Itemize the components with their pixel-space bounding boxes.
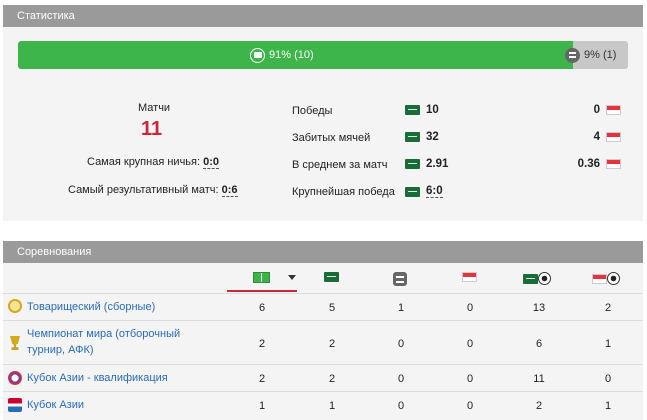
asian-cup-icon — [8, 398, 22, 412]
table-row: Кубок Азии - квалификация 2 2 0 0 11 0 — [3, 364, 643, 391]
statistics-header: Статистика — [3, 5, 643, 27]
most-productive-match: Самый результативный матч: 0:6 — [68, 184, 238, 197]
indonesia-flag-icon — [606, 132, 621, 142]
cell-home-wins: 1 — [328, 400, 336, 412]
table-row: Товарищеский (сборные) 6 5 1 0 13 2 — [3, 293, 643, 320]
column-away-goals[interactable] — [592, 272, 620, 285]
biggest-win-row-label: Крупнейшая победа — [292, 186, 395, 198]
draw-circle-icon — [565, 47, 580, 63]
cell-away-wins: 0 — [466, 302, 474, 314]
pitch-icon — [253, 272, 270, 283]
cell-home-goals: 6 — [535, 338, 543, 350]
average-row-label: В среднем за матч — [292, 159, 388, 171]
indonesia-flag-icon — [606, 105, 621, 115]
statistics-panel: Статистика 91% (10) 9% (1) Матчи 11 Сама… — [3, 5, 643, 221]
saudi-flag-icon — [405, 132, 420, 142]
saudi-flag-icon — [405, 105, 420, 115]
biggest-draw: Самая крупная ничья: 0:0 — [87, 156, 220, 169]
cell-home-wins: 2 — [328, 338, 336, 350]
matches-count: 11 — [141, 118, 163, 140]
wins-percent: 91% (10) — [269, 49, 314, 61]
saudi-flag-icon — [405, 159, 420, 169]
competition-link[interactable]: Чемпионат мира (отборочный турнир, АФК) — [27, 326, 207, 358]
indonesia-flag-icon — [592, 273, 607, 284]
column-away-wins[interactable] — [462, 272, 477, 282]
saudi-flag-icon — [523, 273, 538, 284]
table-header — [3, 263, 643, 293]
draws-percent: 9% (1) — [584, 49, 617, 61]
competition-link[interactable]: Кубок Азии — [27, 397, 84, 413]
table-row: Кубок Азии 1 1 0 0 2 1 — [3, 391, 643, 418]
cell-away-wins: 0 — [466, 338, 474, 350]
cell-away-goals: 0 — [604, 373, 612, 385]
cell-matches: 2 — [258, 373, 266, 385]
wins-row-label: Победы — [292, 105, 333, 117]
biggest-win-value[interactable]: 6:0 — [426, 185, 443, 198]
competitions-header: Соревнования — [3, 241, 643, 263]
wins-home: 10 — [405, 104, 439, 116]
matches-label: Матчи — [138, 102, 171, 114]
cell-home-goals: 2 — [535, 400, 543, 412]
saudi-flag-icon — [324, 272, 339, 282]
competitions-panel: Соревнования Товарищеский (сборные) 6 5 — [3, 241, 643, 420]
cell-home-goals: 13 — [532, 302, 546, 314]
competition-link[interactable]: Кубок Азии - квалификация — [27, 370, 168, 386]
football-icon — [607, 272, 620, 285]
peace-icon — [8, 299, 22, 313]
goals-home: 32 — [405, 131, 439, 143]
sort-desc-icon — [288, 275, 296, 280]
cell-away-goals: 2 — [604, 302, 612, 314]
average-home: 2.91 — [405, 158, 448, 170]
cell-home-wins: 2 — [328, 373, 336, 385]
table-row: Чемпионат мира (отборочный турнир, АФК) … — [3, 320, 643, 364]
indonesia-flag-icon — [462, 272, 477, 282]
draws-label: 9% (1) — [565, 41, 616, 69]
win-circle-icon — [250, 47, 265, 63]
goals-away: 4 — [594, 131, 621, 143]
draw-icon — [393, 272, 407, 286]
afc-emblem-icon — [8, 371, 22, 385]
cell-draws: 0 — [397, 400, 405, 412]
results-bar: 91% (10) 9% (1) — [18, 41, 628, 69]
trophy-icon — [10, 336, 20, 350]
column-draws[interactable] — [393, 272, 407, 286]
column-home-wins[interactable] — [324, 272, 339, 282]
average-away: 0.36 — [578, 158, 621, 170]
cell-home-wins: 5 — [328, 302, 336, 314]
cell-away-goals: 1 — [604, 400, 612, 412]
cell-draws: 1 — [397, 302, 405, 314]
goals-row-label: Забитых мячей — [292, 132, 371, 144]
column-home-goals[interactable] — [523, 272, 551, 285]
cell-away-wins: 0 — [466, 400, 474, 412]
cell-matches: 2 — [258, 338, 266, 350]
indonesia-flag-icon — [606, 159, 621, 169]
most-productive-value[interactable]: 0:6 — [221, 184, 238, 197]
wins-away: 0 — [594, 104, 621, 116]
cell-home-goals: 11 — [533, 373, 545, 385]
column-matches[interactable] — [253, 272, 296, 283]
cell-matches: 6 — [258, 302, 266, 314]
biggest-win-home: 6:0 — [405, 185, 443, 198]
cell-away-goals: 1 — [604, 338, 612, 350]
cell-away-wins: 0 — [466, 373, 474, 385]
active-sort-indicator — [227, 290, 297, 292]
football-icon — [538, 272, 551, 285]
saudi-flag-icon — [405, 186, 420, 197]
cell-matches: 1 — [258, 400, 266, 412]
wins-label: 91% (10) — [250, 41, 314, 69]
competition-link[interactable]: Товарищеский (сборные) — [27, 299, 155, 315]
cell-draws: 0 — [397, 373, 405, 385]
biggest-draw-value[interactable]: 0:0 — [203, 156, 220, 169]
cell-draws: 0 — [397, 338, 405, 350]
